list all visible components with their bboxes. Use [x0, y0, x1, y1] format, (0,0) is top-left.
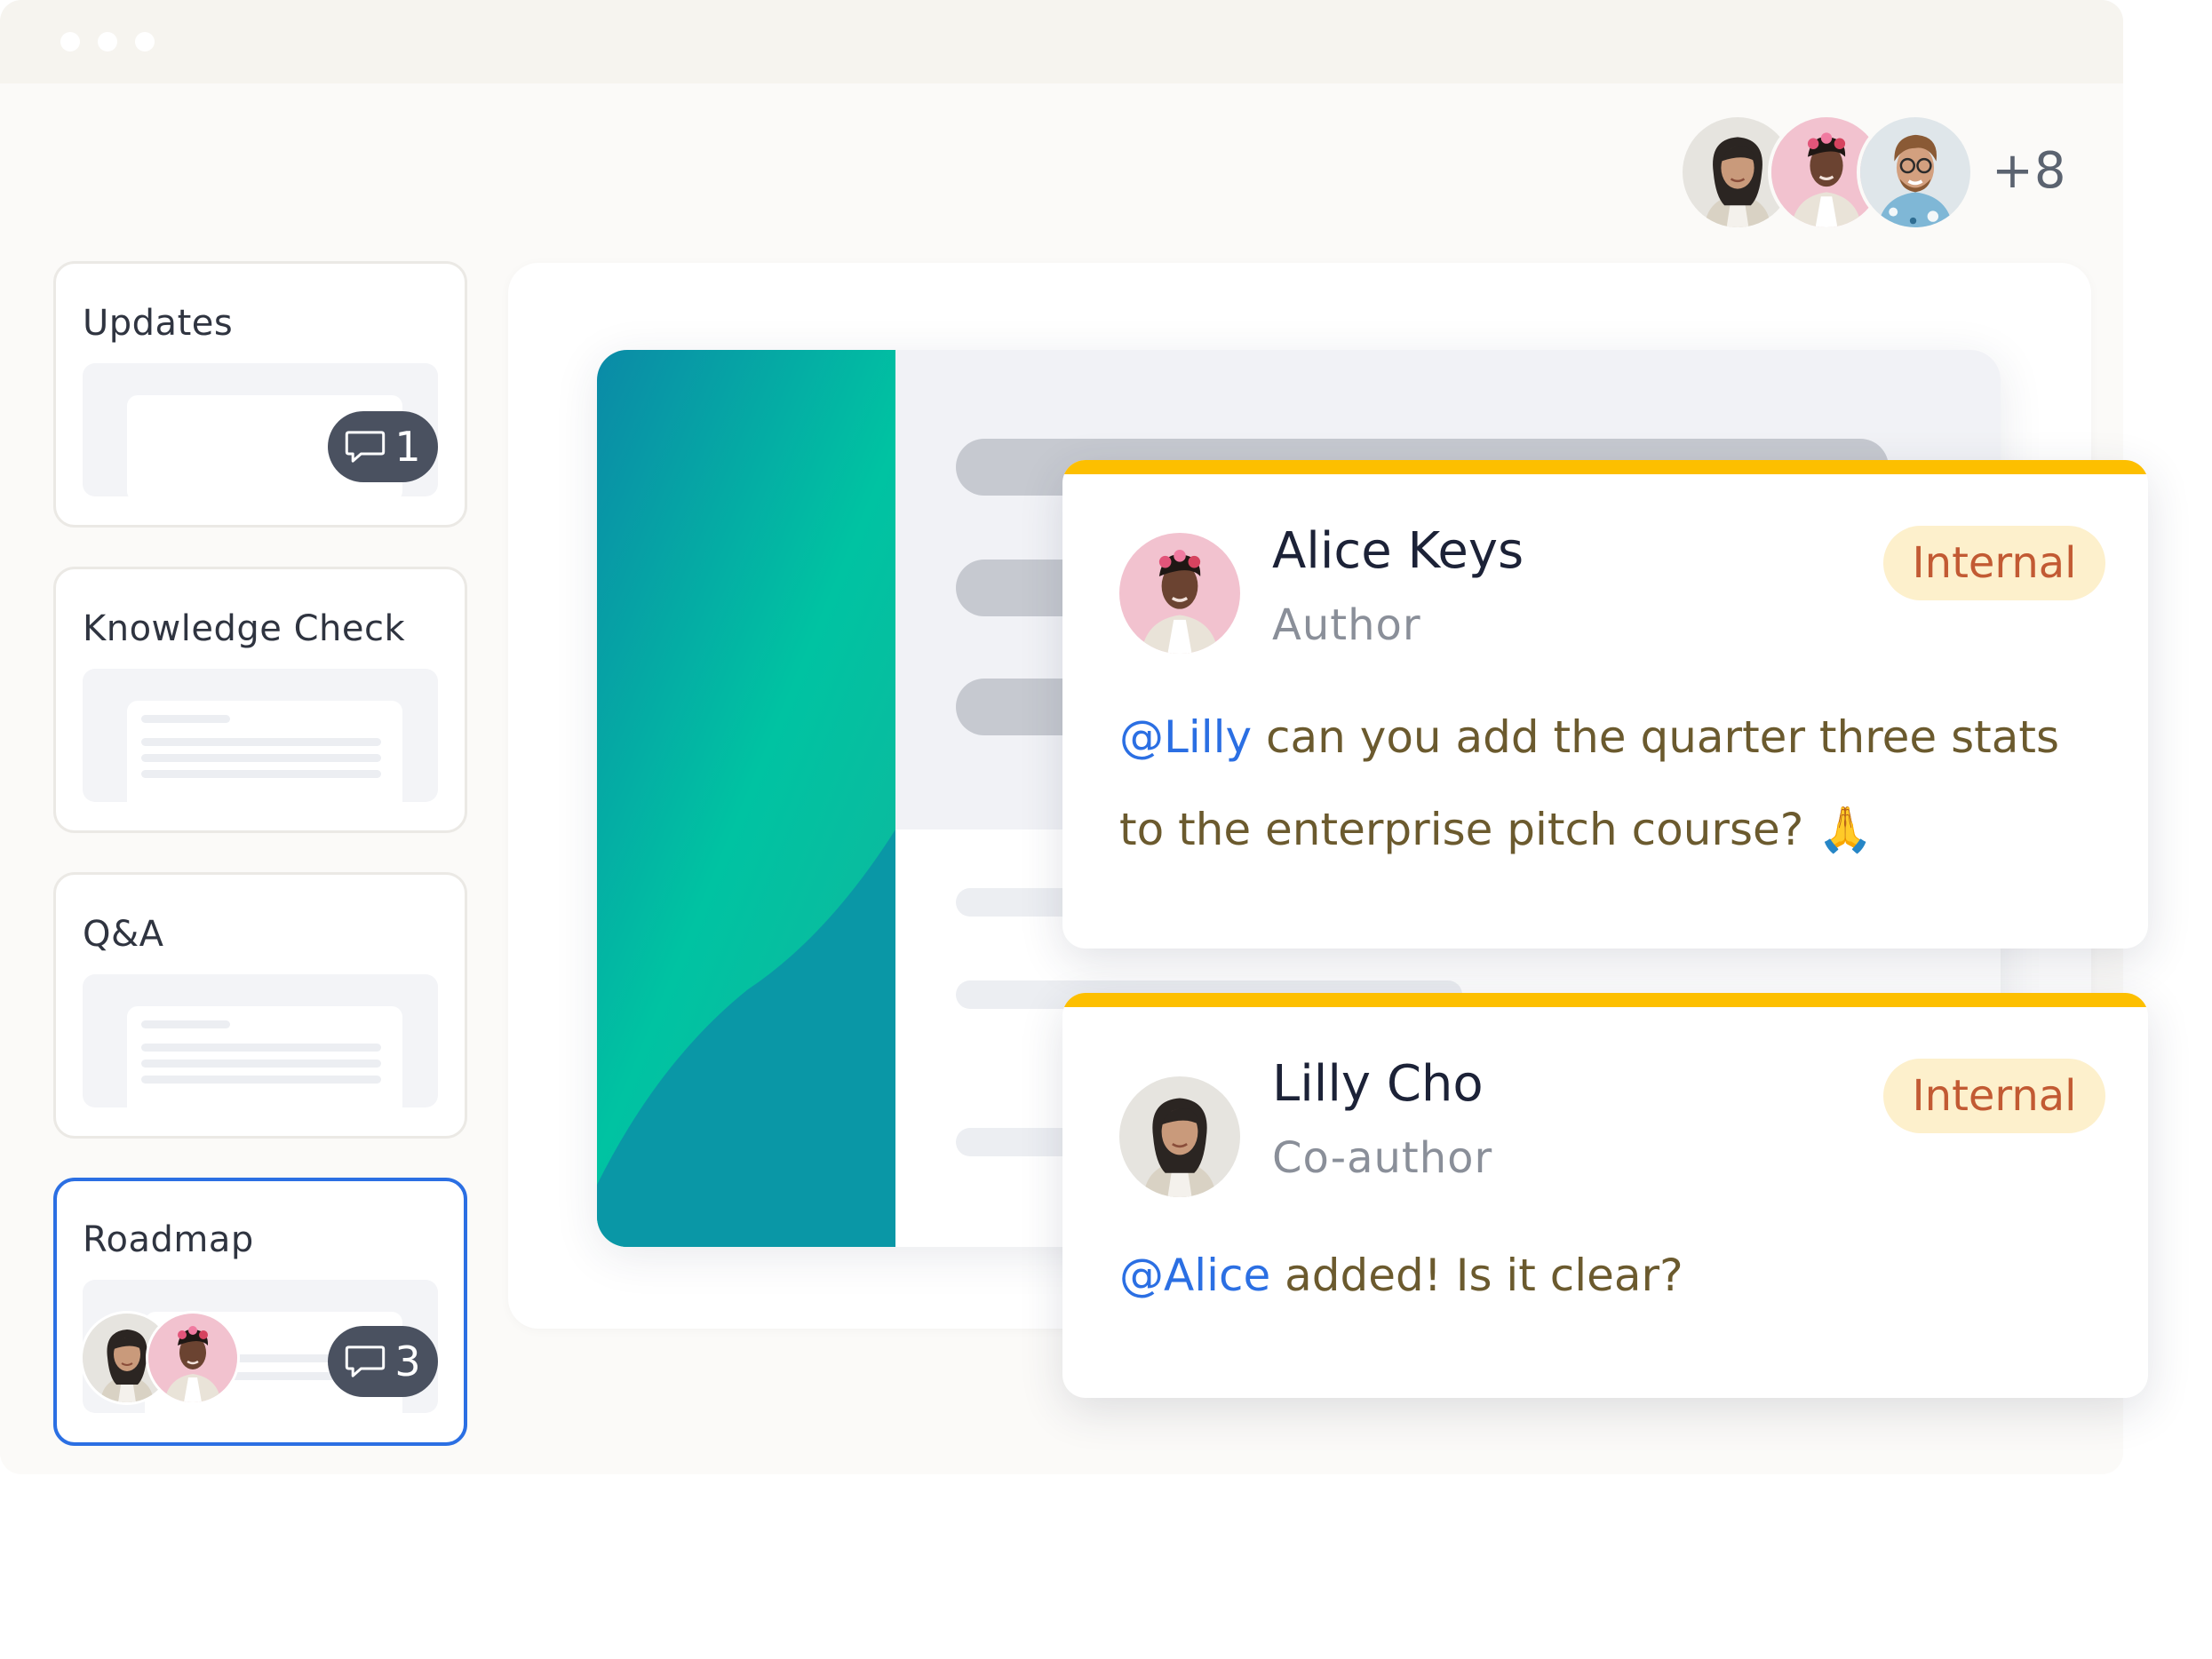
thumbnail-line — [141, 754, 381, 762]
thumbnail-line — [141, 1020, 230, 1028]
comment-text: @Lilly can you add the quarter three sta… — [1119, 691, 2095, 876]
sidebar-card-knowledge-check[interactable]: Knowledge Check — [53, 567, 467, 833]
thumbnail-line — [141, 1076, 381, 1084]
comment-text-line: can you add the quarter three stats — [1252, 711, 2060, 763]
card-thumbnail — [83, 974, 438, 1107]
comment-author-avatar[interactable] — [1119, 533, 1240, 654]
comment-text-line: to the enterprise pitch course? 🙏 — [1119, 804, 1874, 855]
thumbnail-line — [141, 738, 381, 746]
comment-accent-bar — [1062, 460, 2148, 474]
thumbnail-line — [141, 1044, 381, 1052]
comment-icon — [345, 429, 386, 464]
comment-card[interactable]: Lilly Cho Co-author Internal @Alice adde… — [1062, 993, 2148, 1398]
comment-author-role: Co-author — [1272, 1133, 1493, 1183]
card-thumbnail — [83, 669, 438, 802]
thumbnail-line — [141, 715, 230, 723]
user-mention[interactable]: @Lilly — [1119, 711, 1252, 763]
comment-text: @Alice added! Is it clear? — [1119, 1229, 2095, 1322]
comment-author-role: Author — [1272, 600, 1421, 650]
internal-badge: Internal — [1883, 526, 2105, 600]
comment-count-pill[interactable]: 3 — [328, 1326, 438, 1397]
sidebar-card-title: Updates — [83, 303, 234, 344]
comment-author-avatar[interactable] — [1119, 1076, 1240, 1197]
window-control-dot[interactable] — [135, 32, 155, 52]
sidebar-card-title: Q&A — [83, 914, 164, 955]
thumbnail-line — [141, 1060, 381, 1068]
comment-text-line: added! Is it clear? — [1270, 1250, 1683, 1301]
thumbnail-page — [127, 701, 402, 802]
window-control-dot[interactable] — [60, 32, 80, 52]
more-collaborators-count[interactable]: +8 — [1992, 142, 2067, 200]
comment-count: 3 — [394, 1338, 421, 1385]
sidebar-card-updates[interactable]: Updates 1 — [53, 261, 467, 528]
comment-icon — [345, 1344, 386, 1379]
sidebar-card-roadmap[interactable]: Roadmap 3 — [53, 1178, 467, 1446]
title-bar — [0, 0, 2123, 83]
sidebar-card-title: Roadmap — [83, 1219, 254, 1260]
thumbnail-page — [127, 1006, 402, 1107]
comment-count: 1 — [394, 423, 421, 471]
comment-author-name[interactable]: Alice Keys — [1272, 522, 1524, 580]
thumbnail-line — [141, 770, 381, 778]
user-mention[interactable]: @Alice — [1119, 1250, 1270, 1301]
sidebar-card-title: Knowledge Check — [83, 608, 406, 649]
comment-author-name[interactable]: Lilly Cho — [1272, 1055, 1484, 1113]
comment-card[interactable]: Alice Keys Author Internal @Lilly can yo… — [1062, 460, 2148, 949]
comment-accent-bar — [1062, 993, 2148, 1007]
internal-badge: Internal — [1883, 1059, 2105, 1133]
comment-count-pill[interactable]: 1 — [328, 411, 438, 482]
collaborator-avatar[interactable] — [1857, 114, 1974, 231]
document-cover-art — [597, 350, 895, 1247]
window-control-dot[interactable] — [98, 32, 117, 52]
sidebar-card-qa[interactable]: Q&A — [53, 872, 467, 1139]
commenter-avatar — [146, 1311, 240, 1405]
